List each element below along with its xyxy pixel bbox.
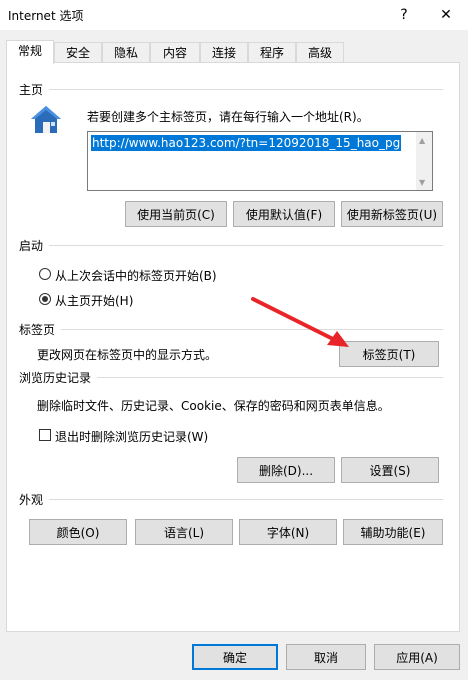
tabs-description: 更改网页在标签页中的显示方式。: [37, 348, 218, 362]
home-page-url: http://www.hao123.com/?tn=12092018_15_ha…: [91, 135, 402, 151]
appearance-section-label: 外观: [19, 493, 44, 507]
accessibility-button[interactable]: 辅助功能(E): [343, 519, 443, 545]
home-instruction: 若要创建多个主标签页，请在每行输入一个地址(R)。: [87, 110, 369, 124]
tab-content[interactable]: 内容: [150, 42, 200, 63]
tab-strip: 常规 安全 隐私 内容 连接 程序 高级: [4, 40, 464, 64]
languages-button[interactable]: 语言(L): [135, 519, 233, 545]
red-arrow-icon: [251, 297, 349, 347]
startup-section-label: 启动: [19, 239, 44, 253]
general-panel: 主页 若要创建多个主标签页，请在每行输入一个地址(R)。 http://www.…: [6, 62, 460, 632]
use-default-button[interactable]: 使用默认值(F): [233, 201, 335, 227]
radio-last-session[interactable]: [39, 268, 51, 280]
use-current-button[interactable]: 使用当前页(C): [125, 201, 227, 227]
home-divider: [49, 89, 443, 90]
tabs-section-label: 标签页: [19, 323, 56, 337]
tab-advanced[interactable]: 高级: [296, 42, 344, 63]
history-settings-button[interactable]: 设置(S): [341, 457, 439, 483]
colors-button[interactable]: 颜色(O): [29, 519, 127, 545]
delete-history-button[interactable]: 删除(D)...: [237, 457, 335, 483]
use-new-tab-button[interactable]: 使用新标签页(U): [341, 201, 443, 227]
tab-privacy[interactable]: 隐私: [102, 42, 150, 63]
appearance-divider: [49, 499, 443, 500]
startup-divider: [49, 245, 443, 246]
apply-button[interactable]: 应用(A): [374, 644, 460, 670]
scroll-down-icon[interactable]: ▼: [419, 178, 425, 187]
history-description: 删除临时文件、历史记录、Cookie、保存的密码和网页表单信息。: [37, 399, 390, 413]
ok-button[interactable]: 确定: [192, 644, 278, 670]
radio-last-session-label[interactable]: 从上次会话中的标签页开始(B): [55, 267, 217, 284]
window-title: Internet 选项: [8, 9, 84, 23]
delete-on-exit-checkbox[interactable]: [39, 429, 51, 441]
radio-home-page-label[interactable]: 从主页开始(H): [55, 292, 133, 309]
fonts-button[interactable]: 字体(N): [239, 519, 337, 545]
tab-connections[interactable]: 连接: [200, 42, 248, 63]
delete-on-exit-label[interactable]: 退出时删除浏览历史记录(W): [55, 428, 208, 445]
tab-security[interactable]: 安全: [54, 42, 102, 63]
history-section-label: 浏览历史记录: [19, 371, 92, 385]
home-icon: [31, 106, 61, 133]
title-bar: Internet 选项 ? ✕: [0, 0, 468, 30]
help-button[interactable]: ?: [386, 2, 422, 28]
cancel-button[interactable]: 取消: [286, 644, 366, 670]
close-button[interactable]: ✕: [428, 2, 464, 28]
home-page-textarea[interactable]: http://www.hao123.com/?tn=12092018_15_ha…: [87, 131, 433, 191]
history-divider: [97, 377, 443, 378]
radio-home-page[interactable]: [39, 293, 51, 305]
textarea-scrollbar[interactable]: ▲ ▼: [416, 132, 432, 190]
tab-general[interactable]: 常规: [6, 40, 54, 64]
home-section-label: 主页: [19, 83, 44, 97]
tab-programs[interactable]: 程序: [248, 42, 296, 63]
scroll-up-icon[interactable]: ▲: [419, 136, 425, 145]
dialog-footer: 确定 取消 应用(A): [0, 636, 468, 680]
